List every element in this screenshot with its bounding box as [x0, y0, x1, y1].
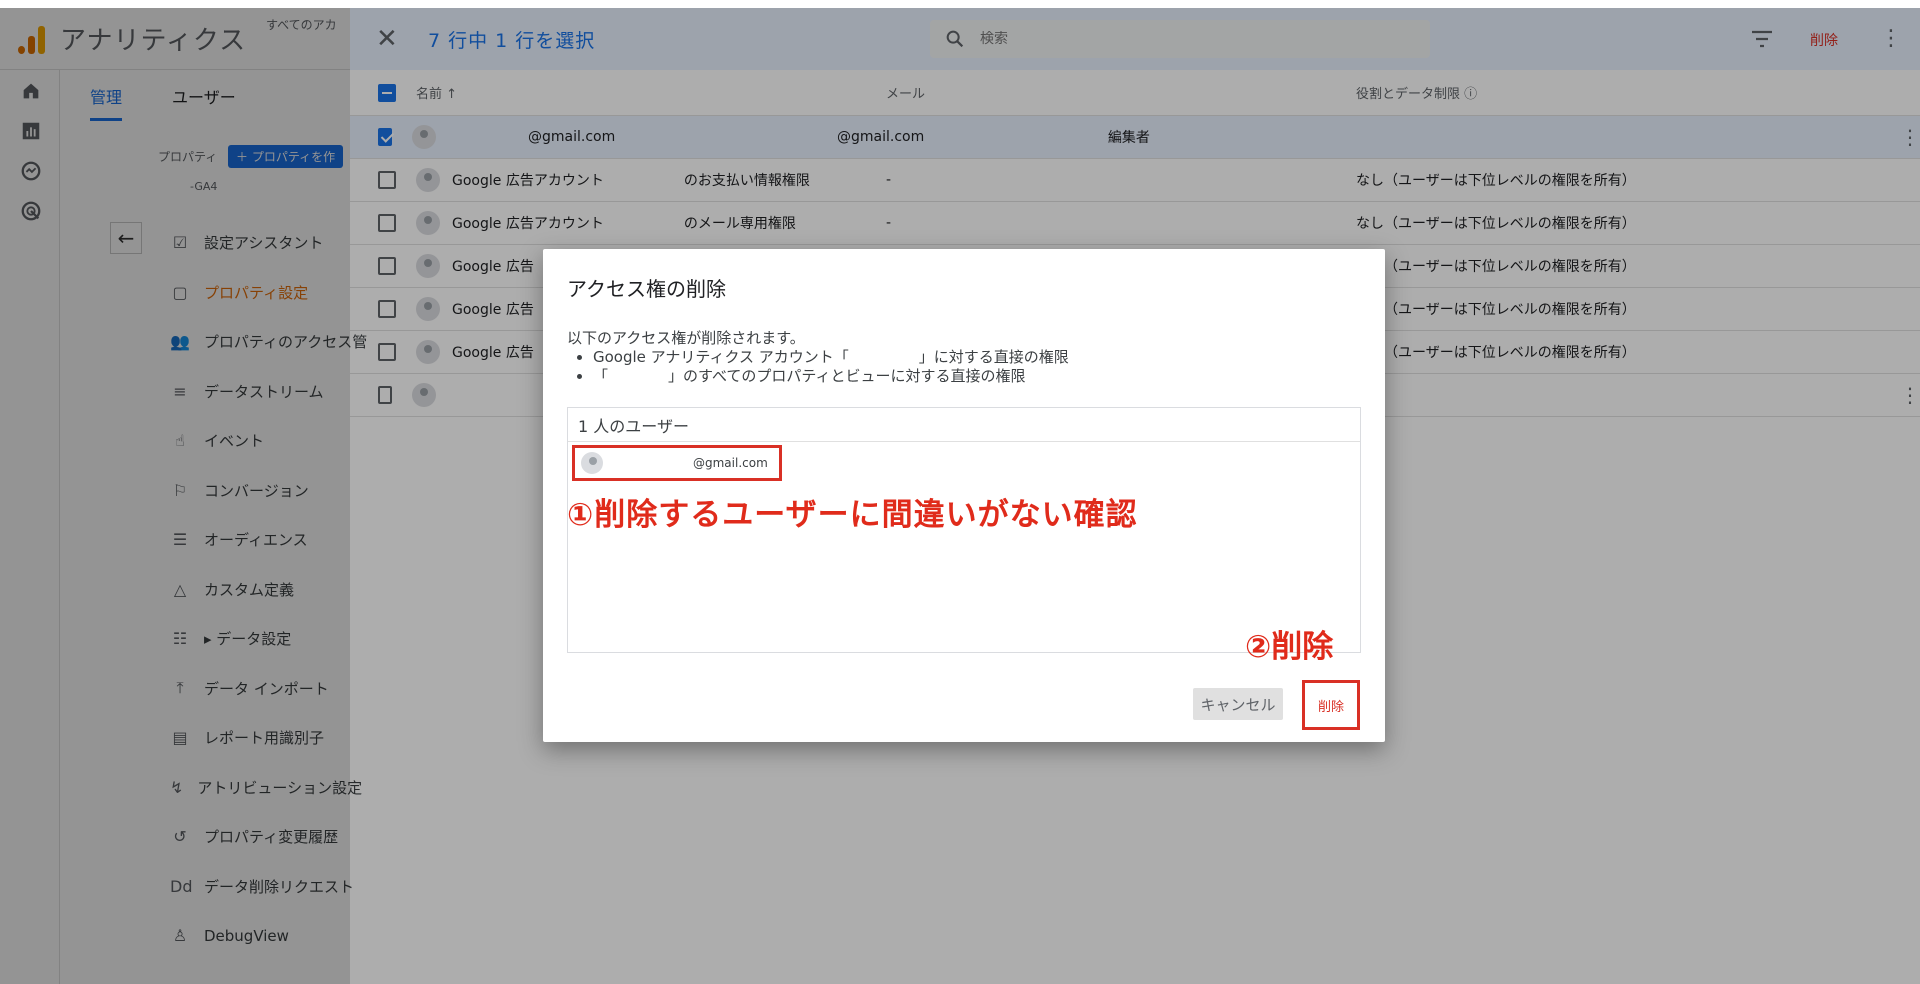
confirm-delete-button[interactable]: 削除 — [1302, 680, 1360, 730]
avatar — [581, 452, 603, 474]
dialog-bullet-account: Google アナリティクス アカウント「 」に対する直接の権限 — [593, 348, 1357, 367]
annotation-step2: ②削除 — [1245, 629, 1334, 665]
user-count: 1 人のユーザー — [568, 408, 1360, 442]
dialog-bullets: Google アナリティクス アカウント「 」に対する直接の権限 「 」のすべてのプ… — [593, 348, 1357, 386]
dialog-bullet-properties: 「 」のすべてのプロパティとビューに対する直接の権限 — [593, 367, 1357, 386]
bullet-account-suffix: 」に対する直接の権限 — [918, 348, 1069, 366]
scrim-left — [0, 8, 350, 984]
dialog-body: 以下のアクセス権が削除されます。 Google アナリティクス アカウント「 」に… — [567, 329, 1357, 386]
remove-access-dialog: アクセス権の削除 以下のアクセス権が削除されます。 Google アナリティクス… — [543, 249, 1385, 742]
bullet-properties-suffix: 」のすべてのプロパティとビューに対する直接の権限 — [668, 367, 1026, 385]
bullet-account-prefix: Google アナリティクス アカウント「 — [593, 348, 849, 366]
cancel-button[interactable]: キャンセル — [1193, 688, 1283, 720]
user-email: @gmail.com — [693, 456, 768, 470]
annotation-step1: ①削除するユーザーに間違いがない確認 — [567, 497, 1138, 533]
bullet-properties-prefix: 「 — [593, 367, 609, 385]
dialog-title: アクセス権の削除 — [567, 277, 726, 301]
dialog-intro: 以下のアクセス権が削除されます。 — [567, 329, 805, 347]
screen: アナリティクス すべてのアカ 管理 ユーザー プロパティ ＋ プロパティを作 -… — [0, 0, 1920, 984]
user-list-item: @gmail.com — [572, 445, 782, 481]
